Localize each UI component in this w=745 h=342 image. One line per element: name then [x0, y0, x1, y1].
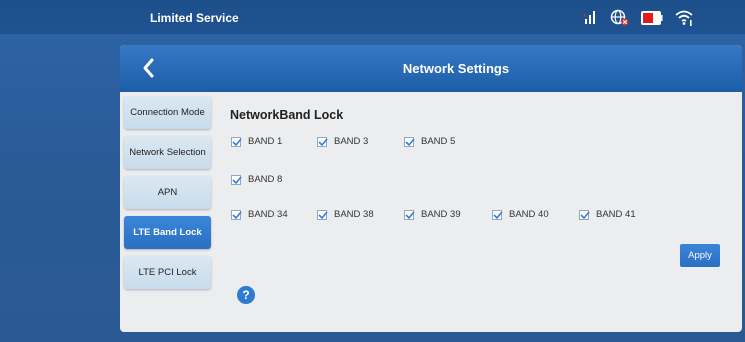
sidebar-item-label: LTE Band Lock: [133, 227, 202, 238]
sidebar-item-label: Network Selection: [129, 147, 206, 158]
band-label: BAND 38: [334, 209, 374, 220]
band-label: BAND 34: [248, 209, 288, 220]
band-checkbox-38[interactable]: BAND 38: [317, 209, 374, 220]
band-checkbox-40[interactable]: BAND 40: [492, 209, 549, 220]
sidebar-item-label: APN: [157, 187, 178, 198]
checkmark-icon: [580, 210, 590, 219]
band-label: BAND 5: [421, 136, 456, 147]
sidebar-item-apn[interactable]: APN: [124, 176, 211, 209]
sidebar-item-network-selection[interactable]: Network Selection: [124, 136, 211, 169]
sidebar-item-lte-pci-lock[interactable]: LTE PCI Lock: [124, 256, 211, 289]
sidebar-item-label: LTE PCI Lock: [138, 267, 197, 278]
checkmark-icon: [493, 210, 503, 219]
band-label: BAND 3: [334, 136, 369, 147]
svg-text:x: x: [583, 13, 586, 19]
signal-icon: x: [583, 9, 597, 30]
checkbox[interactable]: [492, 209, 503, 220]
wifi-icon: [675, 9, 695, 32]
question-icon[interactable]: ?: [237, 286, 255, 304]
band-checkbox-34[interactable]: BAND 34: [231, 209, 288, 220]
checkbox[interactable]: [317, 136, 328, 147]
checkbox[interactable]: [231, 136, 242, 147]
status-bar: Limited Service x: [0, 0, 745, 34]
checkmark-icon: [405, 137, 415, 146]
checkbox[interactable]: [579, 209, 590, 220]
checkbox[interactable]: [404, 209, 415, 220]
band-checkbox-5[interactable]: BAND 5: [404, 136, 455, 147]
battery-low-icon: [641, 11, 663, 30]
status-text: Limited Service: [150, 11, 239, 25]
checkbox[interactable]: [231, 174, 242, 185]
band-checkbox-8[interactable]: BAND 8: [231, 174, 282, 185]
band-label: BAND 40: [509, 209, 549, 220]
checkmark-icon: [318, 210, 328, 219]
checkmark-icon: [232, 175, 242, 184]
band-label: BAND 39: [421, 209, 461, 220]
band-label: BAND 8: [248, 174, 283, 185]
sidebar-item-lte-band-lock[interactable]: LTE Band Lock: [124, 216, 211, 249]
page-title: Network Settings: [402, 61, 510, 76]
band-checkbox-39[interactable]: BAND 39: [404, 209, 461, 220]
checkbox[interactable]: [404, 136, 415, 147]
band-label: BAND 41: [596, 209, 636, 220]
apply-button[interactable]: Apply: [680, 244, 720, 267]
section-title: NetworkBand Lock: [230, 108, 344, 122]
checkbox[interactable]: [231, 209, 242, 220]
band-checkbox-1[interactable]: BAND 1: [231, 136, 282, 147]
checkmark-icon: [232, 210, 242, 219]
settings-panel: Network Settings Connection Mode Network…: [120, 45, 742, 332]
sidebar-item-label: Connection Mode: [130, 107, 205, 118]
checkbox[interactable]: [317, 209, 328, 220]
globe-disconnected-icon: [610, 9, 630, 32]
band-label: BAND 1: [248, 136, 283, 147]
checkmark-icon: [405, 210, 415, 219]
sidebar-item-connection-mode[interactable]: Connection Mode: [124, 96, 211, 129]
checkmark-icon: [232, 137, 242, 146]
panel-header: Network Settings: [120, 45, 742, 92]
checkmark-icon: [318, 137, 328, 146]
band-checkbox-41[interactable]: BAND 41: [579, 209, 636, 220]
band-checkbox-3[interactable]: BAND 3: [317, 136, 368, 147]
